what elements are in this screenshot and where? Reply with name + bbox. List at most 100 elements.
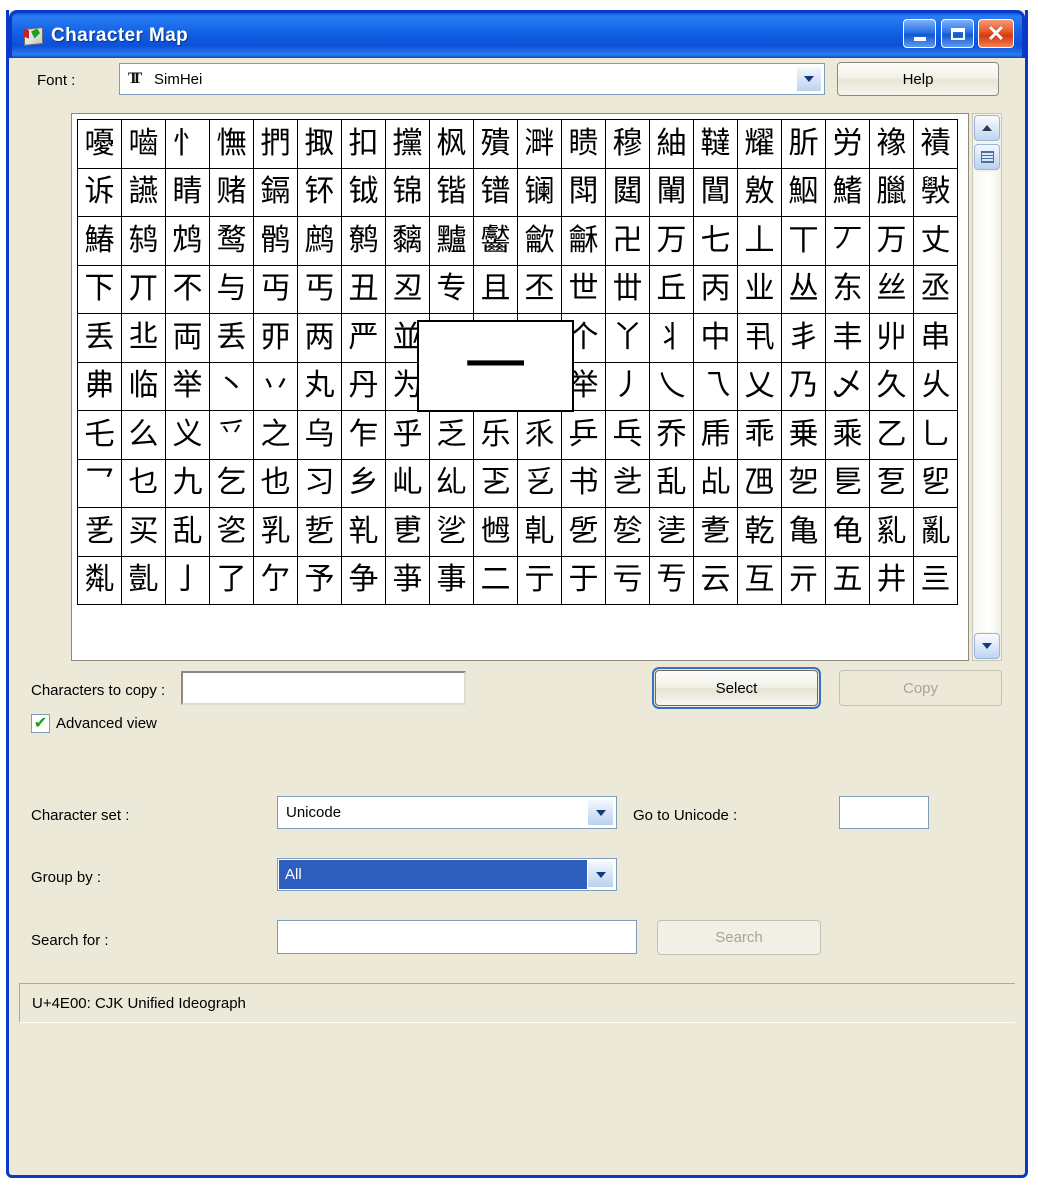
character-cell[interactable]: 耀	[737, 119, 782, 169]
character-cell[interactable]: 两	[297, 313, 342, 363]
characters-to-copy-input[interactable]	[181, 671, 466, 705]
character-cell[interactable]: 閗	[561, 168, 606, 218]
character-cell[interactable]: 乗	[781, 410, 826, 460]
chevron-down-icon[interactable]	[796, 66, 822, 92]
font-combobox[interactable]: TT SimHei	[119, 63, 825, 95]
character-cell[interactable]: 忄	[165, 119, 210, 169]
character-cell[interactable]: 乎	[385, 410, 430, 460]
character-cell[interactable]: 丕	[517, 265, 562, 315]
character-cell[interactable]: 閮	[605, 168, 650, 218]
character-cell[interactable]: 乴	[297, 507, 342, 557]
character-cell[interactable]: 下	[77, 265, 122, 315]
character-cell[interactable]: 卍	[605, 216, 650, 266]
character-cell[interactable]: 互	[737, 556, 782, 606]
character-cell[interactable]: 争	[341, 556, 386, 606]
character-cell[interactable]: 云	[693, 556, 738, 606]
character-cell[interactable]: 乞	[209, 459, 254, 509]
character-cell[interactable]: 丰	[825, 313, 870, 363]
character-cell[interactable]: 亄	[121, 556, 166, 606]
chevron-down-icon[interactable]	[587, 799, 614, 826]
close-button[interactable]: ✕	[978, 19, 1014, 48]
character-cell[interactable]: 事	[429, 556, 474, 606]
character-cell[interactable]: 丢	[209, 313, 254, 363]
character-cell[interactable]: 乲	[209, 507, 254, 557]
character-cell[interactable]: 丞	[913, 265, 958, 315]
character-cell[interactable]: 乕	[693, 410, 738, 460]
character-cell[interactable]: 乹	[517, 507, 562, 557]
character-cell[interactable]: 亃	[77, 556, 122, 606]
character-cell[interactable]: 丯	[781, 313, 826, 363]
character-cell[interactable]: 亇	[253, 556, 298, 606]
character-cell[interactable]: 且	[473, 265, 518, 315]
character-cell[interactable]: 钚	[297, 168, 342, 218]
character-cell[interactable]: 锴	[429, 168, 474, 218]
character-cell[interactable]: 万	[649, 216, 694, 266]
character-cell[interactable]: 乔	[649, 410, 694, 460]
character-cell[interactable]: 乖	[737, 410, 782, 460]
character-cell[interactable]: 亏	[605, 556, 650, 606]
character-cell[interactable]: 乺	[561, 507, 606, 557]
character-cell[interactable]: 肵	[781, 119, 826, 169]
character-cell[interactable]: 丹	[341, 362, 386, 412]
character-cell[interactable]: 丳	[77, 362, 122, 412]
character-cell[interactable]: 龢	[561, 216, 606, 266]
character-cell[interactable]: 斅	[913, 168, 958, 218]
character-cell[interactable]: 丐	[297, 265, 342, 315]
character-cell[interactable]: 举	[165, 362, 210, 412]
character-cell[interactable]: 捫	[253, 119, 298, 169]
character-cell[interactable]: 丶	[209, 362, 254, 412]
character-cell[interactable]: 乩	[693, 459, 738, 509]
character-cell[interactable]: 黐	[385, 216, 430, 266]
character-cell[interactable]: 乙	[869, 410, 914, 460]
character-cell[interactable]: 丏	[253, 265, 298, 315]
character-cell[interactable]: 乯	[77, 507, 122, 557]
character-cell[interactable]: 丱	[869, 313, 914, 363]
character-cell[interactable]: 閶	[693, 168, 738, 218]
character-cell[interactable]: 乭	[869, 459, 914, 509]
character-cell[interactable]: 乃	[781, 362, 826, 412]
character-cell[interactable]: 瞆	[561, 119, 606, 169]
character-cell[interactable]: 鎘	[253, 168, 298, 218]
character-cell[interactable]: 五	[825, 556, 870, 606]
character-cell[interactable]: 乽	[693, 507, 738, 557]
character-cell[interactable]: 乀	[649, 362, 694, 412]
character-cell[interactable]: 溿	[517, 119, 562, 169]
character-cell[interactable]: 乧	[605, 459, 650, 509]
character-cell[interactable]: 乍	[341, 410, 386, 460]
character-cell[interactable]: 乤	[473, 459, 518, 509]
character-cell[interactable]: 乼	[649, 507, 694, 557]
character-cell[interactable]: 紬	[649, 119, 694, 169]
character-cell[interactable]: 东	[825, 265, 870, 315]
help-button[interactable]: Help	[837, 62, 999, 96]
character-cell[interactable]: 丗	[605, 265, 650, 315]
character-cell[interactable]: 殨	[473, 119, 518, 169]
character-cell[interactable]: 亓	[781, 556, 826, 606]
character-cell[interactable]: 乂	[737, 362, 782, 412]
character-cell[interactable]: 乐	[473, 410, 518, 460]
character-cell[interactable]: 乌	[297, 410, 342, 460]
character-cell[interactable]: 齾	[473, 216, 518, 266]
character-cell[interactable]: 井	[869, 556, 914, 606]
character-cell[interactable]: 丷	[253, 362, 298, 412]
character-cell[interactable]: 乓	[605, 410, 650, 460]
character-cell[interactable]: 习	[297, 459, 342, 509]
chevron-down-icon[interactable]	[587, 861, 614, 888]
character-cell[interactable]: 穆	[605, 119, 650, 169]
character-cell[interactable]: 于	[561, 556, 606, 606]
character-cell[interactable]: 乻	[605, 507, 650, 557]
character-cell[interactable]: 之	[253, 410, 298, 460]
character-cell[interactable]: 労	[825, 119, 870, 169]
character-cell[interactable]: 鰆	[77, 216, 122, 266]
character-cell[interactable]: 掫	[297, 119, 342, 169]
character-cell[interactable]: 乪	[737, 459, 782, 509]
character-cell[interactable]: 丢	[77, 313, 122, 363]
character-cell[interactable]: 丮	[737, 313, 782, 363]
character-cell[interactable]: 鸫	[121, 216, 166, 266]
character-cell[interactable]: 憮	[209, 119, 254, 169]
character-cell[interactable]: 临	[121, 362, 166, 412]
character-cell[interactable]: 丛	[781, 265, 826, 315]
character-cell[interactable]: 丘	[649, 265, 694, 315]
character-cell[interactable]: 丑	[341, 265, 386, 315]
character-cell[interactable]: 乣	[429, 459, 474, 509]
character-cell[interactable]: 乚	[913, 410, 958, 460]
